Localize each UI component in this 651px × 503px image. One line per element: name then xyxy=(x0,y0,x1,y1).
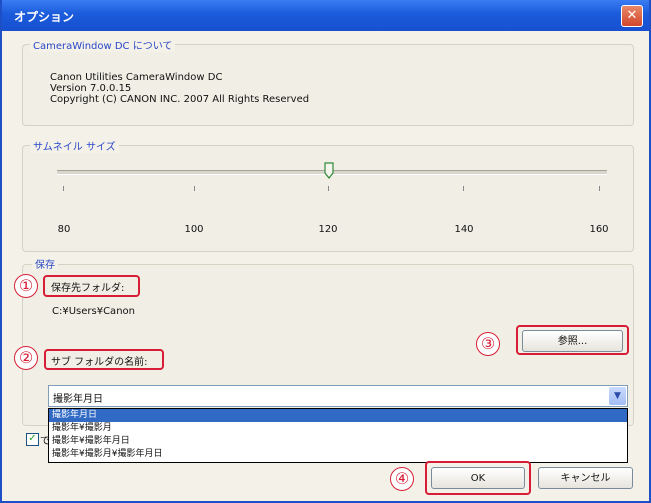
partial-checkbox[interactable]: ✓ xyxy=(26,433,39,446)
about-copyright: Copyright (C) CANON INC. 2007 All Rights… xyxy=(50,94,310,105)
subfolder-select[interactable]: 撮影年月日 ▼ xyxy=(48,385,628,407)
dropdown-option[interactable]: 撮影年¥撮影月 xyxy=(49,422,627,435)
cancel-button[interactable]: キャンセル xyxy=(538,467,633,489)
slider-tick xyxy=(194,186,195,191)
close-icon[interactable]: ✕ xyxy=(621,5,643,27)
partial-checkbox-label: で xyxy=(40,436,50,447)
tick-label-160: 160 xyxy=(589,224,609,235)
slider-tick xyxy=(328,186,329,191)
title-bar[interactable]: オプション ✕ xyxy=(2,0,649,31)
ok-button[interactable]: OK xyxy=(431,467,525,489)
about-group-label: CameraWindow DC について xyxy=(30,37,176,52)
browse-button[interactable]: 参照... xyxy=(522,330,623,352)
dropdown-option[interactable]: 撮影年月日 xyxy=(49,409,627,422)
subfolder-selected-value: 撮影年月日 xyxy=(53,394,103,405)
slider-thumb[interactable] xyxy=(324,162,334,179)
chevron-down-icon[interactable]: ▼ xyxy=(609,387,626,405)
about-product: Canon Utilities CameraWindow DC xyxy=(50,72,223,83)
slider-tick xyxy=(463,186,464,191)
callout-4: ④ xyxy=(390,467,414,491)
callout-3: ③ xyxy=(476,332,500,356)
dropdown-option[interactable]: 撮影年¥撮影月¥撮影年月日 xyxy=(49,448,627,461)
slider-thumb-icon xyxy=(324,162,334,179)
tick-label-100: 100 xyxy=(184,224,204,235)
subfolder-dropdown-list[interactable]: 撮影年月日 撮影年¥撮影月 撮影年¥撮影年月日 撮影年¥撮影月¥撮影年月日 xyxy=(48,408,628,463)
subfolder-label: サブ フォルダの名前: xyxy=(51,357,148,368)
tick-label-140: 140 xyxy=(454,224,474,235)
slider-tick xyxy=(63,186,64,191)
save-group-label: 保存 xyxy=(32,256,58,271)
dropdown-option[interactable]: 撮影年¥撮影年月日 xyxy=(49,435,627,448)
options-dialog: オプション ✕ CameraWindow DC について Canon Utili… xyxy=(0,0,651,503)
window-title: オプション xyxy=(14,10,75,24)
save-folder-path: C:¥Users¥Canon xyxy=(52,306,135,317)
callout-1: ① xyxy=(14,274,38,298)
tick-label-80: 80 xyxy=(57,224,71,235)
save-folder-label: 保存先フォルダ: xyxy=(51,283,125,294)
slider-tick xyxy=(599,186,600,191)
about-version: Version 7.0.0.15 xyxy=(50,83,132,94)
thumbnail-size-label: サムネイル サイズ xyxy=(30,138,119,153)
tick-label-120: 120 xyxy=(318,224,338,235)
callout-2: ② xyxy=(14,346,38,370)
